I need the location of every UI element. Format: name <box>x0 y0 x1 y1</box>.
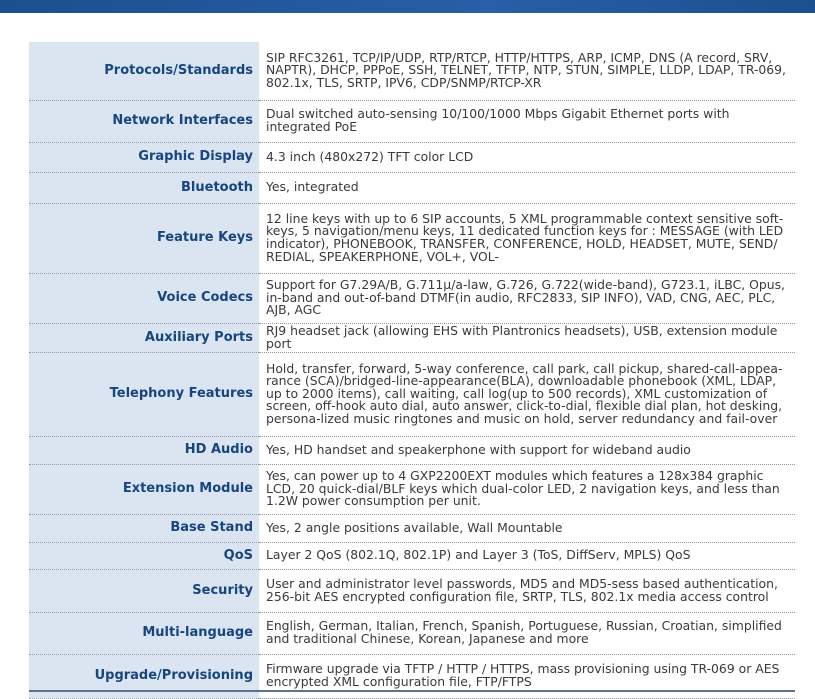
row-value: Dual switched auto-sensing 10/100/1000 M… <box>266 106 730 134</box>
row-value: 12 line keys with up to 6 SIP accounts, … <box>266 210 784 264</box>
table-row: HD Audio Yes, HD handset and speakerphon… <box>29 436 795 464</box>
table-row: Graphic Display 4.3 inch (480x272) TFT c… <box>29 142 795 172</box>
table-row: Extension Module Yes, can power up to 4 … <box>29 464 795 514</box>
table-row: Voice Codecs Support for G7.29A/B, G.711… <box>29 273 795 323</box>
row-label: Multi-language <box>29 612 259 654</box>
row-label: QoS <box>29 542 259 569</box>
row-value: Yes, integrated <box>266 179 359 195</box>
row-value: Hold, transfer, forward, 5-way conferenc… <box>266 360 783 426</box>
table-row: Telephony Features Hold, transfer, forwa… <box>29 352 795 436</box>
row-value: RJ9 headset jack (allowing EHS with Plan… <box>266 322 778 351</box>
row-label: Graphic Display <box>29 142 259 172</box>
table-row: Security User and administrator level pa… <box>29 569 795 612</box>
row-value: Layer 2 QoS (802.1Q, 802.1P) and Layer 3… <box>266 547 691 563</box>
row-label: HD Audio <box>29 436 259 464</box>
row-label: Feature Keys <box>29 203 259 273</box>
row-value: 4.3 inch (480x272) TFT color LCD <box>266 148 474 164</box>
row-label: Auxiliary Ports <box>29 323 259 352</box>
table-row: Network Interfaces Dual switched auto-se… <box>29 100 795 142</box>
row-label: Base Stand <box>29 514 259 542</box>
table-row: Base Stand Yes, 2 angle positions availa… <box>29 514 795 542</box>
row-label: Extension Module <box>29 464 259 514</box>
table-row: Bluetooth Yes, integrated <box>29 172 795 203</box>
row-label: Voice Codecs <box>29 273 259 323</box>
row-label: Telephony Features <box>29 352 259 436</box>
table-row: QoS Layer 2 QoS (802.1Q, 802.1P) and Lay… <box>29 542 795 569</box>
row-label: Security <box>29 569 259 612</box>
row-value: English, German, Italian, French, Spanis… <box>266 618 782 646</box>
row-value: Yes, HD handset and speakerphone with su… <box>266 441 691 457</box>
header-band <box>0 0 815 13</box>
row-label: Protocols/Standards <box>29 42 259 100</box>
row-value: Support for G7.29A/B, G.711µ/a-law, G.72… <box>266 277 785 318</box>
row-value: Yes, can power up to 4 GXP2200EXT module… <box>266 468 780 509</box>
table-row: Auxiliary Ports RJ9 headset jack (allowi… <box>29 323 795 352</box>
table-row: Protocols/Standards SIP RFC3261, TCP/IP/… <box>29 42 795 100</box>
row-value: User and administrator level passwords, … <box>266 575 778 604</box>
table-row: Feature Keys 12 line keys with up to 6 S… <box>29 203 795 273</box>
row-label: Bluetooth <box>29 172 259 203</box>
row-value: Yes, 2 angle positions available, Wall M… <box>266 519 563 535</box>
row-label: Network Interfaces <box>29 100 259 142</box>
spec-table: Protocols/Standards SIP RFC3261, TCP/IP/… <box>29 42 795 699</box>
table-row: Multi-language English, German, Italian,… <box>29 612 795 654</box>
row-value: SIP RFC3261, TCP/IP/UDP, RTP/RTCP, HTTP/… <box>266 49 787 91</box>
